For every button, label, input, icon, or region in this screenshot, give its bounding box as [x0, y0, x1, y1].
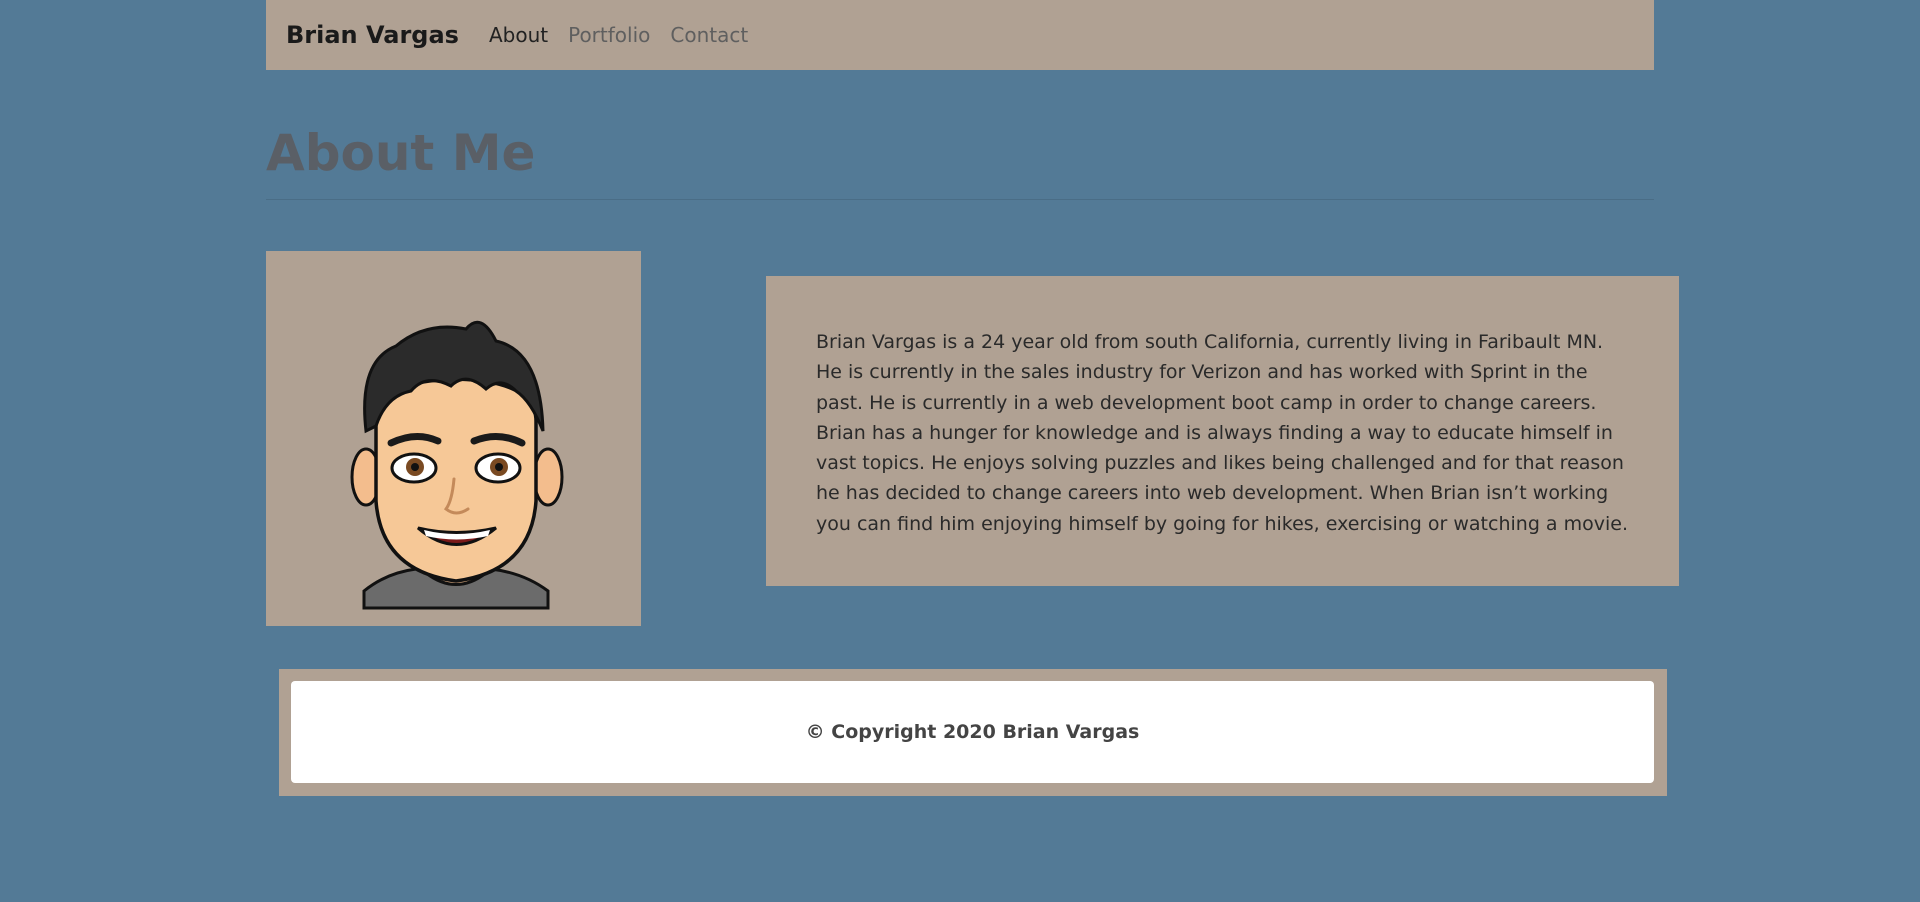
navbar: Brian Vargas About Portfolio Contact	[266, 0, 1654, 70]
bio-panel: Brian Vargas is a 24 year old from south…	[766, 276, 1679, 586]
avatar	[266, 251, 641, 626]
copyright-text: © Copyright 2020 Brian Vargas	[805, 721, 1140, 743]
nav-link-contact[interactable]: Contact	[670, 23, 748, 47]
bio-text: Brian Vargas is a 24 year old from south…	[816, 331, 1628, 535]
brand-link[interactable]: Brian Vargas	[286, 21, 459, 49]
footer-card: © Copyright 2020 Brian Vargas	[291, 681, 1654, 783]
bitmoji-avatar-icon	[350, 320, 564, 610]
title-divider	[266, 199, 1654, 200]
footer: © Copyright 2020 Brian Vargas	[279, 669, 1667, 796]
nav-link-portfolio[interactable]: Portfolio	[568, 23, 650, 47]
page-title: About Me	[266, 124, 536, 182]
nav-link-about[interactable]: About	[489, 23, 548, 47]
